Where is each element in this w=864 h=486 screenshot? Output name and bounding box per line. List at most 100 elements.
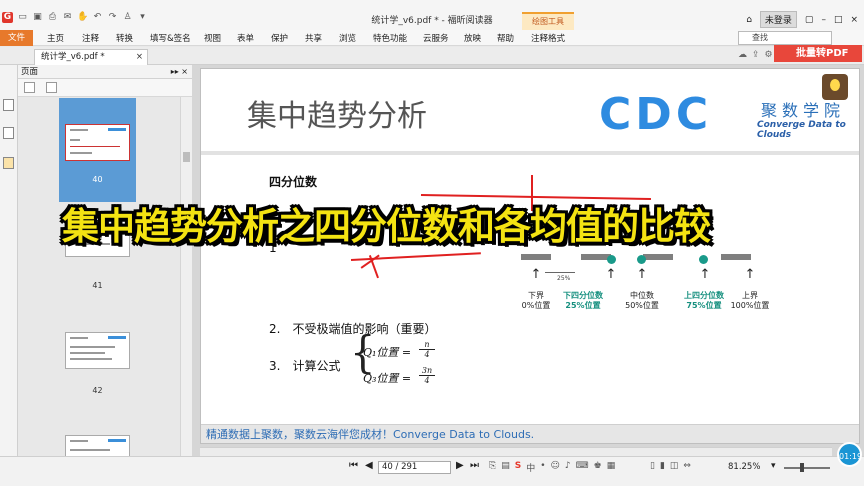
panel-scrollbar-thumb[interactable]	[183, 152, 190, 162]
list-item-3-label: 3. 计算公式	[269, 359, 341, 373]
page-number-label: 41	[92, 281, 103, 290]
thumbnail-options-icon[interactable]	[24, 82, 35, 93]
menu-cloud[interactable]: 云服务	[423, 32, 449, 44]
zoom-slider-handle[interactable]	[800, 463, 804, 472]
punctuation-icon[interactable]: •	[540, 461, 545, 474]
menu-home[interactable]: 主页	[47, 32, 64, 44]
single-page-icon[interactable]: ▯	[650, 461, 655, 471]
menu-comment-format[interactable]: 注释格式	[531, 32, 565, 44]
quartile-sub: 25%位置	[565, 301, 601, 310]
tab-close-icon[interactable]: ×	[136, 50, 143, 64]
quartile-label-q1: 下四分位数 25%位置	[553, 291, 613, 311]
cdc-logo: CDC	[599, 89, 713, 140]
horizontal-scrollbar[interactable]	[200, 447, 832, 456]
upload-icon[interactable]: ⇪	[752, 50, 760, 60]
copy-icon[interactable]: ⎘	[489, 461, 496, 474]
title-bar: G ▭ ▣ ⎙ ✉ ✋ ↶ ↷ ♙ ▾ 统计学_v6.pdf * - 福昕阅读器…	[0, 0, 864, 30]
thumb-logo	[108, 128, 126, 131]
keyboard-icon[interactable]: ⌨	[576, 461, 589, 474]
zoom-slider[interactable]	[784, 467, 830, 469]
page-thumbnail[interactable]	[65, 332, 130, 369]
q1-formula: Q₁位置 =	[363, 346, 412, 359]
menu-slideshow[interactable]: 放映	[464, 32, 481, 44]
page-number-input[interactable]: 40 / 291	[378, 461, 451, 474]
quartile-label: 中位数	[630, 291, 654, 300]
continuous-page-icon[interactable]: ▮	[660, 461, 665, 471]
video-caption-overlay: 集中趋势分析之四分位数和各均值的比较	[62, 205, 711, 248]
file-menu[interactable]: 文件	[0, 30, 33, 46]
menu-form[interactable]: 表单	[237, 32, 254, 44]
page-thumbnail[interactable]	[65, 435, 130, 456]
menu-help[interactable]: 帮助	[497, 32, 514, 44]
page-view-icon[interactable]: ▤	[501, 461, 510, 474]
panel-header: 页面 ▸▸ ×	[18, 65, 192, 79]
document-tab[interactable]: 统计学_v6.pdf * ×	[34, 49, 148, 65]
thumbnail-list[interactable]: 40 41 42	[18, 97, 180, 456]
close-icon[interactable]: ×	[850, 15, 858, 25]
bookmark-icon[interactable]	[3, 99, 14, 111]
ime-chinese-icon[interactable]: 中	[526, 461, 535, 474]
panel-scrollbar[interactable]	[180, 97, 192, 456]
maximize-icon[interactable]: □	[834, 15, 843, 25]
pages-icon[interactable]	[3, 127, 14, 139]
recording-timer[interactable]: 01:19	[837, 442, 862, 467]
fit-width-icon[interactable]: ⇔	[683, 461, 691, 471]
login-button[interactable]: 未登录	[759, 11, 797, 28]
cloud-icon[interactable]: ☁	[738, 50, 747, 60]
sogou-ime-icon[interactable]: S	[515, 461, 521, 474]
last-page-icon[interactable]: ⏭	[470, 460, 479, 471]
skin-icon[interactable]: ⌂	[746, 15, 752, 25]
zoom-level[interactable]: 81.25%	[728, 462, 760, 472]
window-controls: ⌂ 未登录 ▢ – □ ×	[746, 11, 858, 28]
ribbon-toggle-icon[interactable]: ▢	[805, 15, 814, 25]
left-navigation-rail	[0, 65, 18, 476]
quartile-sub: 75%位置	[686, 301, 722, 310]
thumb-text-line	[70, 346, 115, 348]
q3-formula: Q₃位置 =	[363, 372, 412, 385]
facing-page-icon[interactable]: ◫	[670, 461, 679, 471]
menu-bar: 文件 主页 注释 转换 填写&签名 视图 表单 保护 共享 浏览 特色功能 云服…	[0, 30, 864, 46]
menu-view[interactable]: 视图	[204, 32, 221, 44]
thumb-title-line	[70, 129, 88, 131]
page-thumbnail[interactable]	[65, 124, 130, 161]
cdc-logo-chinese: 聚数学院	[761, 101, 846, 120]
thumb-text-line	[70, 358, 112, 360]
arrow-up-icon: ↑	[530, 267, 542, 282]
panel-controls[interactable]: ▸▸ ×	[171, 65, 188, 79]
quartile-label-median: 中位数 50%位置	[612, 291, 672, 311]
menu-protect[interactable]: 保护	[271, 32, 288, 44]
pct25-label: 25%	[557, 275, 571, 282]
thumbnail-zoom-icon[interactable]	[46, 82, 57, 93]
thumb-logo	[108, 336, 126, 339]
window-title: 统计学_v6.pdf * - 福昕阅读器	[371, 16, 493, 26]
quartile-label-upper-bound: 上界 100%位置	[720, 291, 780, 311]
thumb-text-line	[70, 352, 105, 354]
thumb-annotation-line	[70, 146, 120, 147]
toolbox-icon[interactable]: ▦	[607, 461, 616, 474]
menu-convert[interactable]: 转换	[116, 32, 133, 44]
menu-comment[interactable]: 注释	[82, 32, 99, 44]
lightbulb-icon[interactable]	[822, 74, 848, 100]
arrow-up-icon: ↑	[636, 267, 648, 282]
quartile-label: 下四分位数	[563, 291, 603, 300]
settings-icon[interactable]: ⚙	[765, 50, 773, 60]
first-page-icon[interactable]: ⏮	[349, 460, 358, 471]
skin-shirt-icon[interactable]: ♚	[594, 461, 602, 474]
batch-convert-pdf-button[interactable]: 批量转PDF	[774, 45, 862, 62]
thumb-title-line	[70, 440, 88, 442]
next-page-icon[interactable]: ▶	[456, 460, 464, 471]
voice-icon[interactable]: ♪	[565, 461, 571, 474]
context-tab-drawing-tools[interactable]: 绘图工具	[522, 12, 574, 30]
header-rule	[201, 151, 859, 155]
previous-page-icon[interactable]: ◀	[365, 460, 373, 471]
arrow-up-icon: ↑	[744, 267, 756, 282]
menu-fill-sign[interactable]: 填写&签名	[150, 32, 191, 44]
minimize-icon[interactable]: –	[821, 15, 826, 25]
search-input[interactable]: 查找	[738, 31, 832, 45]
menu-features[interactable]: 特色功能	[373, 32, 407, 44]
zoom-out-icon[interactable]: ▾	[771, 461, 776, 471]
emoji-icon[interactable]: ☺	[551, 461, 560, 474]
menu-browse[interactable]: 浏览	[339, 32, 356, 44]
menu-share[interactable]: 共享	[305, 32, 322, 44]
comments-icon[interactable]	[3, 157, 14, 169]
